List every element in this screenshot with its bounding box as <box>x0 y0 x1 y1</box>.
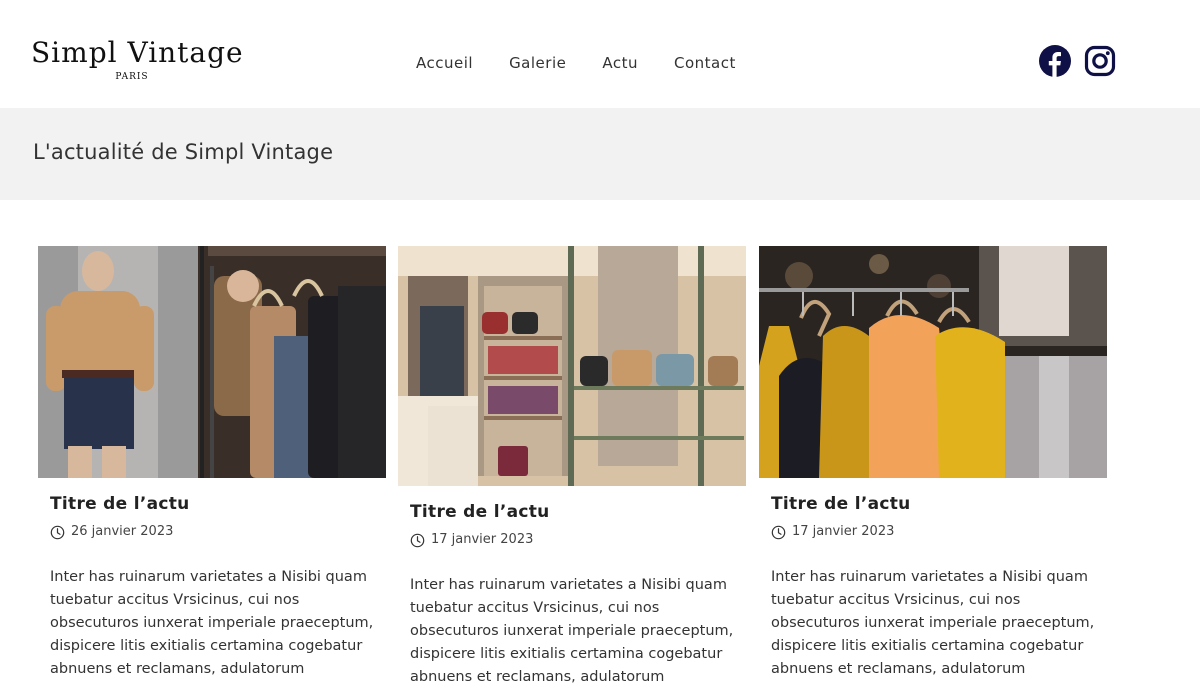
brand-city: PARIS <box>115 72 149 82</box>
nav-item-galerie[interactable]: Galerie <box>509 53 566 73</box>
news-card[interactable]: Titre de l’actu 17 janvier 2023 Inter ha… <box>759 246 1107 681</box>
news-image[interactable] <box>38 246 386 482</box>
news-card[interactable]: Titre de l’actu 17 janvier 2023 Inter ha… <box>398 246 746 689</box>
social-links <box>1039 45 1116 77</box>
brand-logo[interactable]: Simpl Vintage PARIS <box>31 36 244 82</box>
news-title[interactable]: Titre de l’actu <box>50 493 374 515</box>
site-header: Simpl Vintage PARIS Accueil Galerie Actu… <box>0 0 1200 108</box>
news-excerpt: Inter has ruinarum varietates a Nisibi q… <box>50 569 374 677</box>
clock-icon <box>410 533 425 547</box>
news-meta: 26 janvier 2023 <box>50 523 374 541</box>
news-title[interactable]: Titre de l’actu <box>410 501 734 523</box>
news-excerpt: Inter has ruinarum varietates a Nisibi q… <box>410 577 734 685</box>
news-image[interactable] <box>398 246 746 490</box>
news-date: 17 janvier 2023 <box>431 532 534 547</box>
news-title[interactable]: Titre de l’actu <box>771 493 1095 515</box>
news-card-body: Titre de l’actu 26 janvier 2023 Inter ha… <box>38 493 386 681</box>
nav-item-accueil[interactable]: Accueil <box>416 53 473 73</box>
news-meta: 17 janvier 2023 <box>771 523 1095 541</box>
page-title-band: L'actualité de Simpl Vintage <box>0 108 1200 200</box>
brand-name: Simpl Vintage <box>31 36 244 69</box>
news-date: 26 janvier 2023 <box>71 524 174 539</box>
facebook-icon[interactable] <box>1039 45 1071 77</box>
news-card[interactable]: Titre de l’actu 26 janvier 2023 Inter ha… <box>38 246 386 681</box>
nav-item-contact[interactable]: Contact <box>674 53 736 73</box>
news-meta: 17 janvier 2023 <box>410 531 734 549</box>
nav-item-actu[interactable]: Actu <box>602 53 638 73</box>
instagram-icon[interactable] <box>1084 45 1116 77</box>
clock-icon <box>50 525 65 539</box>
page-title: L'actualité de Simpl Vintage <box>33 140 334 164</box>
news-image[interactable] <box>759 246 1107 482</box>
news-card-body: Titre de l’actu 17 janvier 2023 Inter ha… <box>759 493 1107 681</box>
clock-icon <box>771 525 786 539</box>
news-excerpt: Inter has ruinarum varietates a Nisibi q… <box>771 569 1095 677</box>
news-date: 17 janvier 2023 <box>792 524 895 539</box>
main-nav: Accueil Galerie Actu Contact <box>416 53 736 73</box>
news-card-body: Titre de l’actu 17 janvier 2023 Inter ha… <box>398 501 746 689</box>
